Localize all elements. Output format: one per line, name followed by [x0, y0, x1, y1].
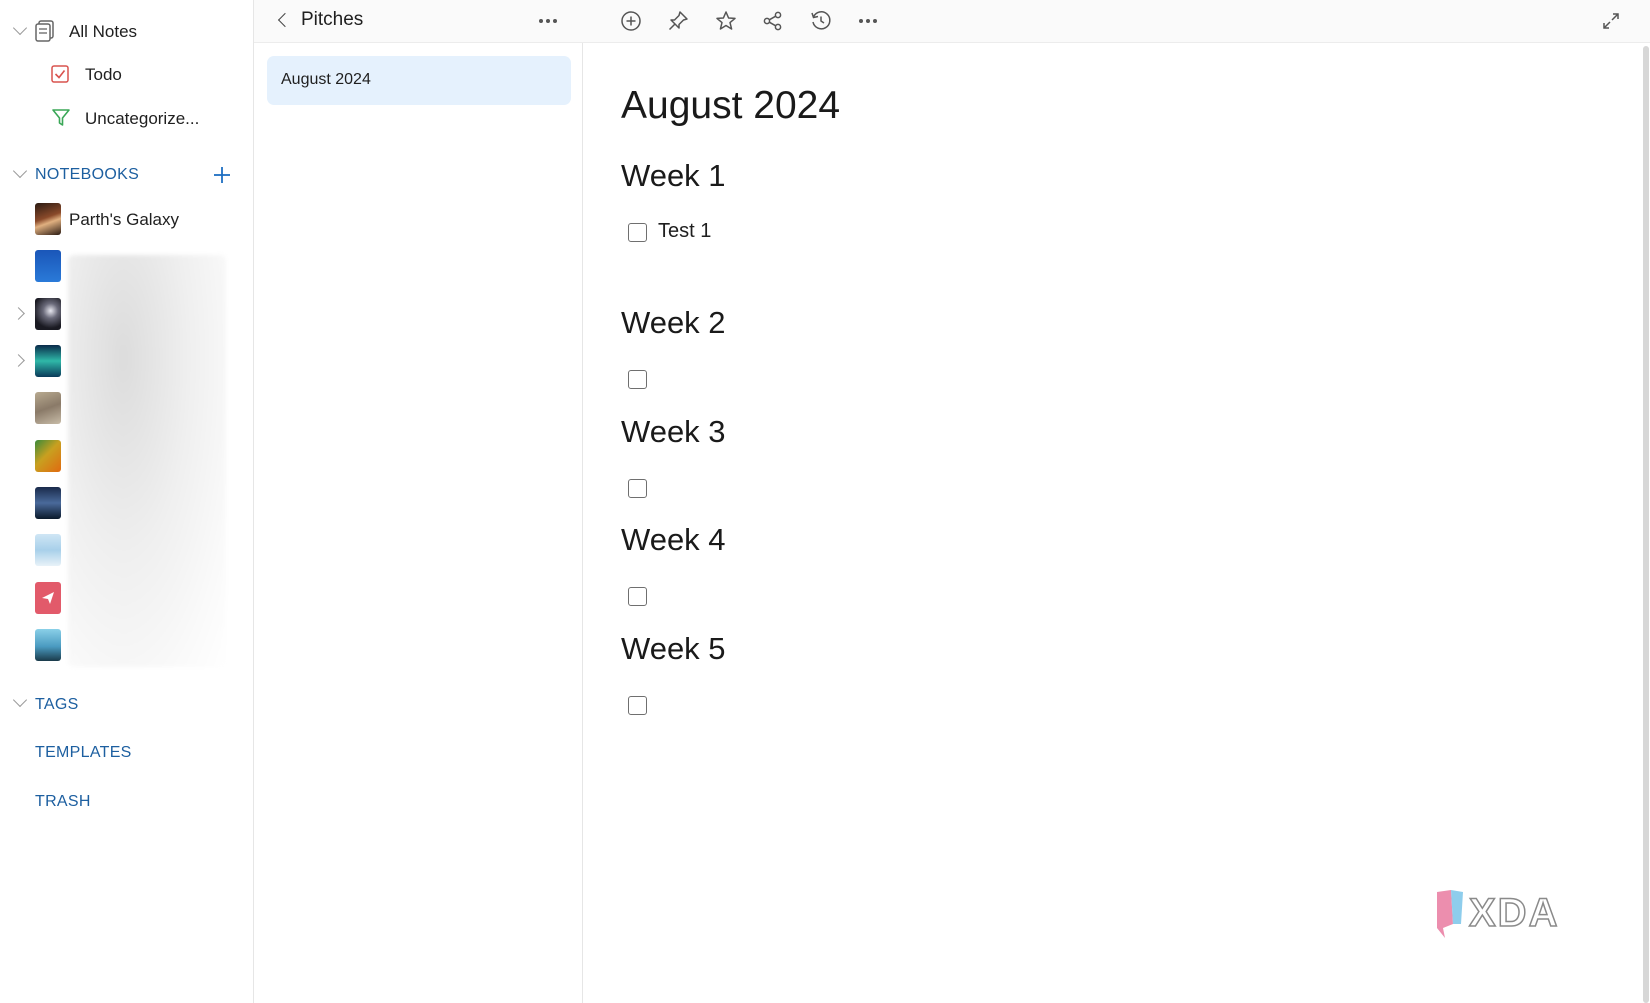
add-circle-icon[interactable]	[619, 9, 643, 33]
task-checkbox[interactable]	[628, 223, 647, 242]
paper-plane-icon	[42, 592, 54, 604]
sidebar-item-todo[interactable]: Todo	[0, 57, 254, 91]
task-checkbox[interactable]	[628, 370, 647, 389]
blurred-notebook-names	[68, 255, 226, 667]
chevron-right-icon[interactable]	[12, 307, 25, 320]
star-icon[interactable]	[714, 9, 738, 33]
week-heading[interactable]: Week 2	[621, 305, 726, 341]
task-label[interactable]: Test 1	[658, 220, 711, 243]
note-list-header: Pitches	[254, 0, 583, 43]
chevron-down-icon[interactable]	[12, 692, 28, 708]
chevron-down-icon[interactable]	[12, 20, 28, 36]
sidebar: All Notes Todo Uncategorize... NOTEBOOKS…	[0, 0, 254, 1003]
week-heading[interactable]: Week 1	[621, 158, 726, 194]
week-heading[interactable]: Week 5	[621, 631, 726, 667]
checkbox-checked-icon	[51, 65, 69, 83]
notebook-thumbnail[interactable]	[35, 487, 61, 519]
tags-header[interactable]: TAGS	[35, 696, 79, 714]
notebook-thumbnail[interactable]	[35, 440, 61, 472]
note-list-item[interactable]: August 2024	[267, 56, 571, 105]
templates-link[interactable]: TEMPLATES	[35, 744, 132, 762]
notebooks-header[interactable]: NOTEBOOKS	[35, 166, 139, 184]
share-icon[interactable]	[761, 9, 785, 33]
notes-icon	[35, 20, 54, 42]
week-heading[interactable]: Week 4	[621, 522, 726, 558]
notebook-thumbnail[interactable]	[35, 250, 61, 282]
pin-icon[interactable]	[666, 9, 690, 33]
sidebar-item-label: Uncategorize...	[85, 109, 200, 128]
sidebar-item-label: Todo	[85, 65, 122, 84]
notebook-thumbnail[interactable]	[35, 392, 61, 424]
note-title: August 2024	[281, 71, 371, 88]
history-icon[interactable]	[809, 9, 833, 33]
svg-text:XDA: XDA	[1469, 891, 1559, 935]
trash-link[interactable]: TRASH	[35, 793, 91, 811]
more-options-icon[interactable]	[539, 19, 557, 23]
notebook-thumbnail[interactable]	[35, 534, 61, 566]
more-options-icon[interactable]	[859, 19, 877, 23]
notebook-thumbnail[interactable]	[35, 203, 61, 235]
xda-watermark-logo: XDA	[1437, 890, 1559, 938]
notebook-thumbnail[interactable]	[35, 345, 61, 377]
back-icon[interactable]	[277, 12, 293, 28]
sidebar-item-all-notes[interactable]: All Notes	[0, 14, 254, 48]
notebook-name[interactable]: Parth's Galaxy	[69, 210, 179, 230]
notebook-thumbnail[interactable]	[35, 298, 61, 330]
note-title-heading[interactable]: August 2024	[621, 84, 840, 128]
week-heading[interactable]: Week 3	[621, 414, 726, 450]
notebook-thumbnail[interactable]	[35, 629, 61, 661]
editor-scrollbar[interactable]	[1643, 46, 1649, 1003]
task-checkbox[interactable]	[628, 479, 647, 498]
notebook-thumbnail[interactable]	[35, 582, 61, 614]
sidebar-item-label: All Notes	[69, 22, 138, 41]
note-editor: August 2024 Week 1 Test 1 Week 2 Week 3 …	[583, 0, 1650, 1003]
note-list-panel: Pitches August 2024	[254, 0, 583, 1003]
sidebar-item-uncategorized[interactable]: Uncategorize...	[0, 101, 254, 135]
add-notebook-icon[interactable]	[213, 166, 231, 184]
filter-icon	[52, 109, 70, 126]
chevron-down-icon[interactable]	[12, 163, 28, 179]
editor-toolbar	[583, 0, 1650, 43]
expand-icon[interactable]	[1599, 9, 1623, 33]
task-checkbox[interactable]	[628, 587, 647, 606]
notebook-title: Pitches	[301, 9, 364, 30]
chevron-right-icon[interactable]	[12, 354, 25, 367]
task-checkbox[interactable]	[628, 696, 647, 715]
app-window: All Notes Todo Uncategorize... NOTEBOOKS…	[0, 0, 1650, 1003]
